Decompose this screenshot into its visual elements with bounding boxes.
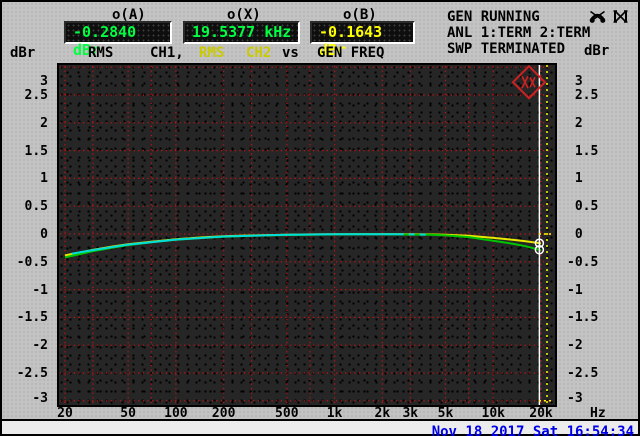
main-panel: o(A) o(X) o(B) -0.2840 dBr 19.5377 kHz -… bbox=[2, 2, 638, 421]
y-tick-left: 1 bbox=[40, 171, 48, 187]
y-tick-left: 2 bbox=[40, 115, 48, 131]
y-tick-right: 0.5 bbox=[567, 199, 599, 215]
readout-a-value: -0.2840 dBr bbox=[64, 21, 172, 59]
y-tick-left: -2.5 bbox=[16, 366, 48, 381]
readout-x-value: 19.5377 kHz bbox=[183, 21, 300, 44]
sweep-abort-glyph bbox=[521, 75, 536, 89]
y-tick-right: -1 bbox=[567, 282, 583, 298]
status-analyzer: ANL 1:TERM 2:TERM bbox=[447, 25, 591, 41]
ch2-name: CH2 bbox=[246, 45, 272, 61]
y-tick-left: 1.5 bbox=[24, 143, 48, 159]
trace-overlap bbox=[71, 233, 398, 255]
y-tick-left: 0.5 bbox=[24, 199, 48, 215]
status-generator: GEN RUNNING bbox=[447, 9, 540, 25]
y-tick-left: -3 bbox=[32, 391, 48, 406]
y-tick-right: -1.5 bbox=[567, 310, 599, 326]
x-tick: 20k bbox=[529, 406, 553, 421]
ch2-mode: RMS bbox=[199, 45, 225, 61]
y-tick-left: -1 bbox=[32, 282, 48, 298]
y-tick-left: -0.5 bbox=[16, 254, 48, 270]
y-tick-left: -1.5 bbox=[16, 310, 48, 326]
frequency-response-plot[interactable] bbox=[57, 63, 557, 407]
y-tick-left: 3 bbox=[40, 74, 48, 89]
ch1-name: CH1, bbox=[150, 45, 184, 61]
x-tick: 200 bbox=[211, 406, 236, 421]
status-sweep: SWP TERMINATED bbox=[447, 41, 566, 57]
y-unit-left: dBr bbox=[10, 45, 36, 61]
y-tick-left: 2.5 bbox=[24, 88, 48, 103]
readout-b-value: -0.1643 dBr bbox=[310, 21, 415, 59]
x-tick: 5k bbox=[437, 406, 454, 421]
x-tick: 100 bbox=[164, 406, 188, 421]
y-tick-right: 2 bbox=[567, 115, 583, 131]
x-tick: 1k bbox=[326, 406, 343, 421]
x-tick: 10k bbox=[481, 406, 505, 421]
y-tick-right: 1.5 bbox=[567, 143, 599, 159]
datetime-text: Nov 18 2017 Sat 16:54:34 bbox=[431, 424, 634, 436]
datetime-bar: Nov 18 2017 Sat 16:54:34 bbox=[2, 421, 638, 436]
y-tick-right: -2 bbox=[567, 338, 583, 354]
trace-overlap-dashed bbox=[397, 233, 431, 236]
y-tick-right: -3 bbox=[567, 391, 583, 406]
x-tick: 2k bbox=[374, 406, 391, 421]
trace-ch1 bbox=[64, 233, 542, 259]
x-source: GEN FREQ bbox=[317, 45, 385, 61]
y-tick-right: 3 bbox=[567, 74, 583, 89]
sweep-abort-marker bbox=[511, 64, 547, 100]
x-tick: 50 bbox=[120, 406, 136, 421]
phone-offline-icon bbox=[589, 10, 606, 23]
y-tick-right: -2.5 bbox=[567, 366, 599, 381]
vs-label: vs bbox=[282, 45, 299, 61]
y-unit-right: dBr bbox=[584, 43, 610, 59]
ch1-mode: RMS bbox=[88, 45, 114, 61]
x-tick: 20 bbox=[57, 406, 73, 421]
y-tick-right: 1 bbox=[567, 171, 583, 187]
y-tick-right: -0.5 bbox=[567, 254, 599, 270]
audio-analyzer-screen: o(A) o(X) o(B) -0.2840 dBr 19.5377 kHz -… bbox=[0, 0, 640, 436]
y-tick-left: -2 bbox=[32, 338, 48, 354]
y-tick-right: 0 bbox=[567, 227, 583, 242]
x-tick: 3k bbox=[402, 406, 419, 421]
x-tick: 500 bbox=[275, 406, 299, 421]
x-axis-unit: Hz bbox=[590, 406, 606, 421]
speaker-muted-icon bbox=[613, 10, 628, 23]
y-tick-right: 2.5 bbox=[567, 88, 599, 103]
y-tick-left: 0 bbox=[40, 227, 48, 242]
